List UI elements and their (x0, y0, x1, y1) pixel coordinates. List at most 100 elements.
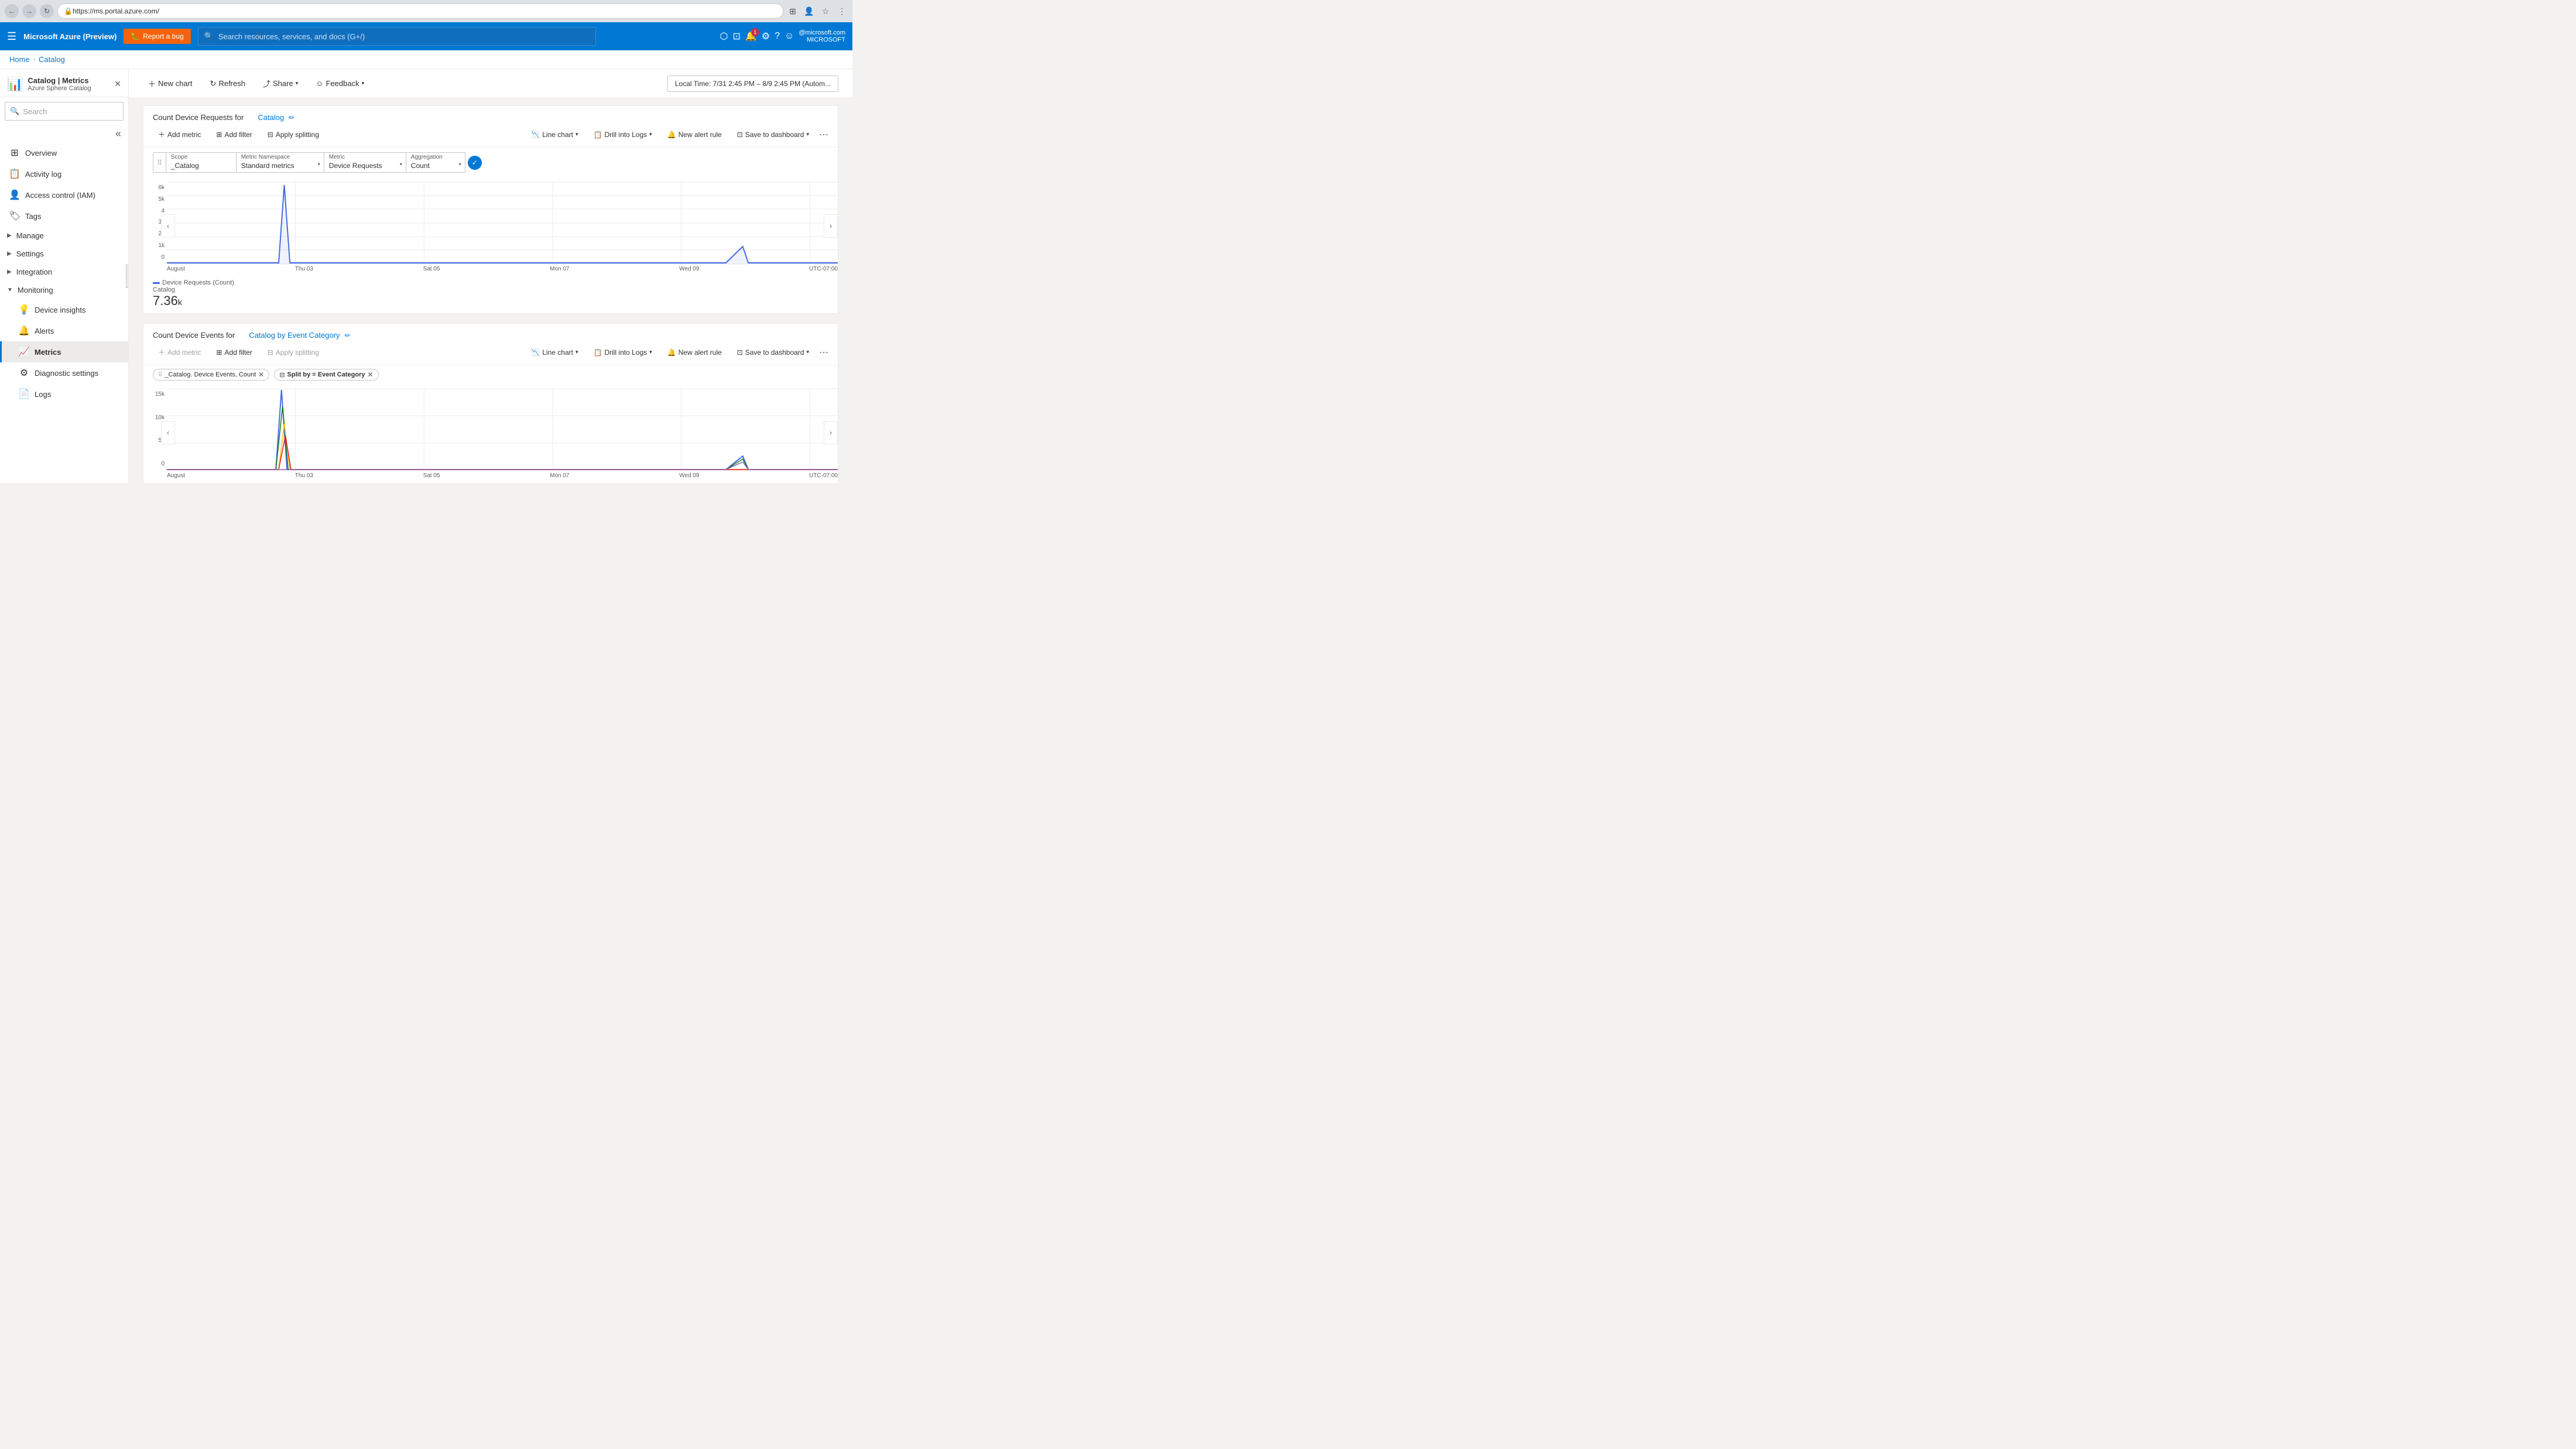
breadcrumb-home[interactable]: Home (9, 55, 30, 64)
metric-dropdown-arrow: ▾ (400, 162, 402, 167)
chart-2-pills: ⠿ _Catalog. Device Events, Count ✕ ⊟ Spl… (143, 365, 838, 384)
sidebar-item-iam[interactable]: 👤 Access control (IAM) (0, 184, 128, 205)
content-area: ＋ New chart ↻ Refresh ⤴ Share ▾ ☺ Feedba… (129, 69, 852, 483)
hamburger-menu[interactable]: ☰ (7, 30, 16, 43)
refresh-button[interactable]: ↻ (40, 4, 54, 18)
close-resource-btn[interactable]: ✕ (114, 79, 121, 89)
chart-2-edit-icon[interactable]: ✏ (345, 331, 351, 340)
browser-bar: ← → ↻ 🔒 https://ms.portal.azure.com/ ⊞ 👤… (0, 0, 852, 22)
diagnostic-label: Diagnostic settings (35, 369, 98, 378)
add-metric-btn-1[interactable]: ＋ Add metric (153, 126, 206, 142)
drill-logs-btn-2[interactable]: 📋 Drill into Logs ▾ (588, 345, 657, 359)
user-email: @microsoft.com (799, 29, 845, 36)
namespace-value[interactable]: Standard metrics (237, 160, 324, 172)
scope-value[interactable]: _Catalog (166, 160, 236, 172)
add-metric-btn-2[interactable]: ＋ Add metric (153, 344, 206, 360)
save-dropdown-1: ▾ (806, 131, 809, 138)
sidebar-item-device-insights[interactable]: 💡 Device insights (0, 299, 128, 320)
sidebar-collapse-icon[interactable]: « (115, 128, 121, 140)
sidebar-item-logs[interactable]: 📄 Logs (0, 383, 128, 405)
add-metric-icon-1: ＋ (158, 129, 165, 139)
report-bug-button[interactable]: 🐛 Report a bug (124, 29, 190, 44)
more-btn-1[interactable]: ⋯ (819, 129, 828, 141)
iam-label: Access control (IAM) (25, 191, 95, 200)
chart-2-nav-right[interactable]: › (824, 421, 838, 444)
metric-value[interactable]: Device Requests (324, 160, 406, 172)
sidebar-item-activity-log[interactable]: 📋 Activity log (0, 163, 128, 184)
more-btn-2[interactable]: ⋯ (819, 347, 828, 358)
browser-tab-icon[interactable]: ⊞ (787, 5, 799, 17)
directory-icon[interactable]: ⊡ (732, 30, 740, 42)
pill-close-icon[interactable]: ✕ (258, 371, 264, 379)
chart-1-nav-right[interactable]: › (824, 214, 838, 238)
chart-1-nav-left[interactable]: ‹ (161, 214, 175, 238)
feedback-btn[interactable]: ☺ Feedback ▾ (310, 75, 369, 92)
sidebar-section-integration[interactable]: ▶ Integration (0, 263, 128, 281)
sidebar-item-diagnostic[interactable]: ⚙ Diagnostic settings (0, 362, 128, 383)
new-alert-btn-1[interactable]: 🔔 New alert rule (662, 128, 727, 142)
save-dashboard-btn-2[interactable]: ⊡ Save to dashboard ▾ (732, 345, 814, 359)
sidebar-item-overview[interactable]: ⊞ Overview (0, 142, 128, 163)
global-search[interactable]: 🔍 Search resources, services, and docs (… (198, 27, 596, 46)
chart-2-nav-left[interactable]: ‹ (161, 421, 175, 444)
breadcrumb: Home › Catalog (0, 50, 852, 69)
refresh-btn[interactable]: ↻ Refresh (205, 75, 251, 93)
breadcrumb-catalog[interactable]: Catalog (39, 55, 65, 64)
apply-splitting-btn-2[interactable]: ⊟ Apply splitting (262, 345, 324, 359)
scope-label: Scope (166, 153, 236, 160)
logs-icon: 📄 (18, 388, 30, 400)
add-filter-btn-2[interactable]: ⊞ Add filter (211, 345, 257, 359)
x-label-mon07: Mon 07 (550, 266, 569, 272)
forward-button[interactable]: → (22, 4, 36, 18)
selector-confirm-btn[interactable]: ✓ (468, 156, 482, 170)
help-icon[interactable]: ? (775, 31, 780, 42)
sidebar-section-monitoring[interactable]: ▼ Monitoring (0, 281, 128, 299)
share-btn[interactable]: ⤴ Share ▾ (258, 74, 303, 93)
sidebar-item-alerts[interactable]: 🔔 Alerts (0, 320, 128, 341)
chart-1-title-resource[interactable]: Catalog (258, 113, 284, 122)
device-events-pill[interactable]: ⠿ _Catalog. Device Events, Count ✕ (153, 369, 269, 381)
y-label-5k: 5k (158, 196, 165, 203)
sidebar-item-tags[interactable]: 🏷 Tags (0, 205, 128, 227)
line-chart-btn-1[interactable]: 📉 Line chart ▾ (526, 128, 583, 142)
alert-icon-1: 🔔 (667, 131, 676, 139)
browser-settings-icon[interactable]: ⋮ (836, 5, 848, 17)
browser-bookmark-icon[interactable]: ☆ (820, 5, 831, 17)
sidebar-section-manage[interactable]: ▶ Manage (0, 227, 128, 245)
settings-icon[interactable]: ⚙ (762, 30, 770, 42)
chart-2-svg (167, 389, 838, 471)
charts-area: Count Device Requests for Catalog ✏ ＋ Ad… (129, 98, 852, 483)
apply-splitting-btn-1[interactable]: ⊟ Apply splitting (262, 128, 324, 142)
save-dashboard-btn-1[interactable]: ⊡ Save to dashboard ▾ (732, 128, 814, 142)
iam-icon: 👤 (9, 189, 20, 201)
selector-drag-handle[interactable]: ⠿ (153, 153, 166, 172)
new-alert-btn-2[interactable]: 🔔 New alert rule (662, 345, 727, 359)
split-pill-close[interactable]: ✕ (367, 371, 373, 379)
browser-profile-icon[interactable]: 👤 (803, 5, 815, 17)
notifications-icon[interactable]: 🔔 1 (745, 30, 757, 42)
back-button[interactable]: ← (5, 4, 19, 18)
split-pill[interactable]: ⊟ Split by = Event Category ✕ (274, 369, 378, 381)
chart-1-header: Count Device Requests for Catalog ✏ (143, 106, 838, 122)
split-icon-2: ⊟ (268, 348, 273, 357)
new-chart-btn[interactable]: ＋ New chart (143, 74, 198, 93)
filter-icon-1: ⊞ (216, 131, 222, 139)
address-bar[interactable]: 🔒 https://ms.portal.azure.com/ (57, 4, 783, 19)
user-profile[interactable]: @microsoft.com MICROSOFT (799, 29, 845, 43)
chart-2-title-resource[interactable]: Catalog by Event Category (249, 331, 340, 340)
alerts-icon: 🔔 (18, 325, 30, 337)
drill-logs-btn-1[interactable]: 📋 Drill into Logs ▾ (588, 128, 657, 142)
sidebar-search[interactable]: 🔍 Search (5, 102, 124, 121)
azure-topbar: ☰ Microsoft Azure (Preview) 🐛 Report a b… (0, 22, 852, 50)
feedback-topbar-icon[interactable]: ☺ (785, 31, 794, 42)
drill-logs-icon-2: 📋 (593, 348, 602, 357)
aggregation-value[interactable]: Count (406, 160, 465, 172)
alert-icon-2: 🔔 (667, 348, 676, 357)
chart-1-edit-icon[interactable]: ✏ (289, 114, 294, 122)
add-filter-btn-1[interactable]: ⊞ Add filter (211, 128, 257, 142)
line-chart-btn-2[interactable]: 📉 Line chart ▾ (526, 345, 583, 359)
sidebar-section-settings[interactable]: ▶ Settings (0, 245, 128, 263)
sidebar-item-metrics[interactable]: 📈 Metrics (0, 341, 128, 362)
cloud-shell-icon[interactable]: ⬡ (720, 30, 728, 42)
time-range-btn[interactable]: Local Time: 7/31 2:45 PM – 8/9 2:45 PM (… (667, 76, 838, 92)
